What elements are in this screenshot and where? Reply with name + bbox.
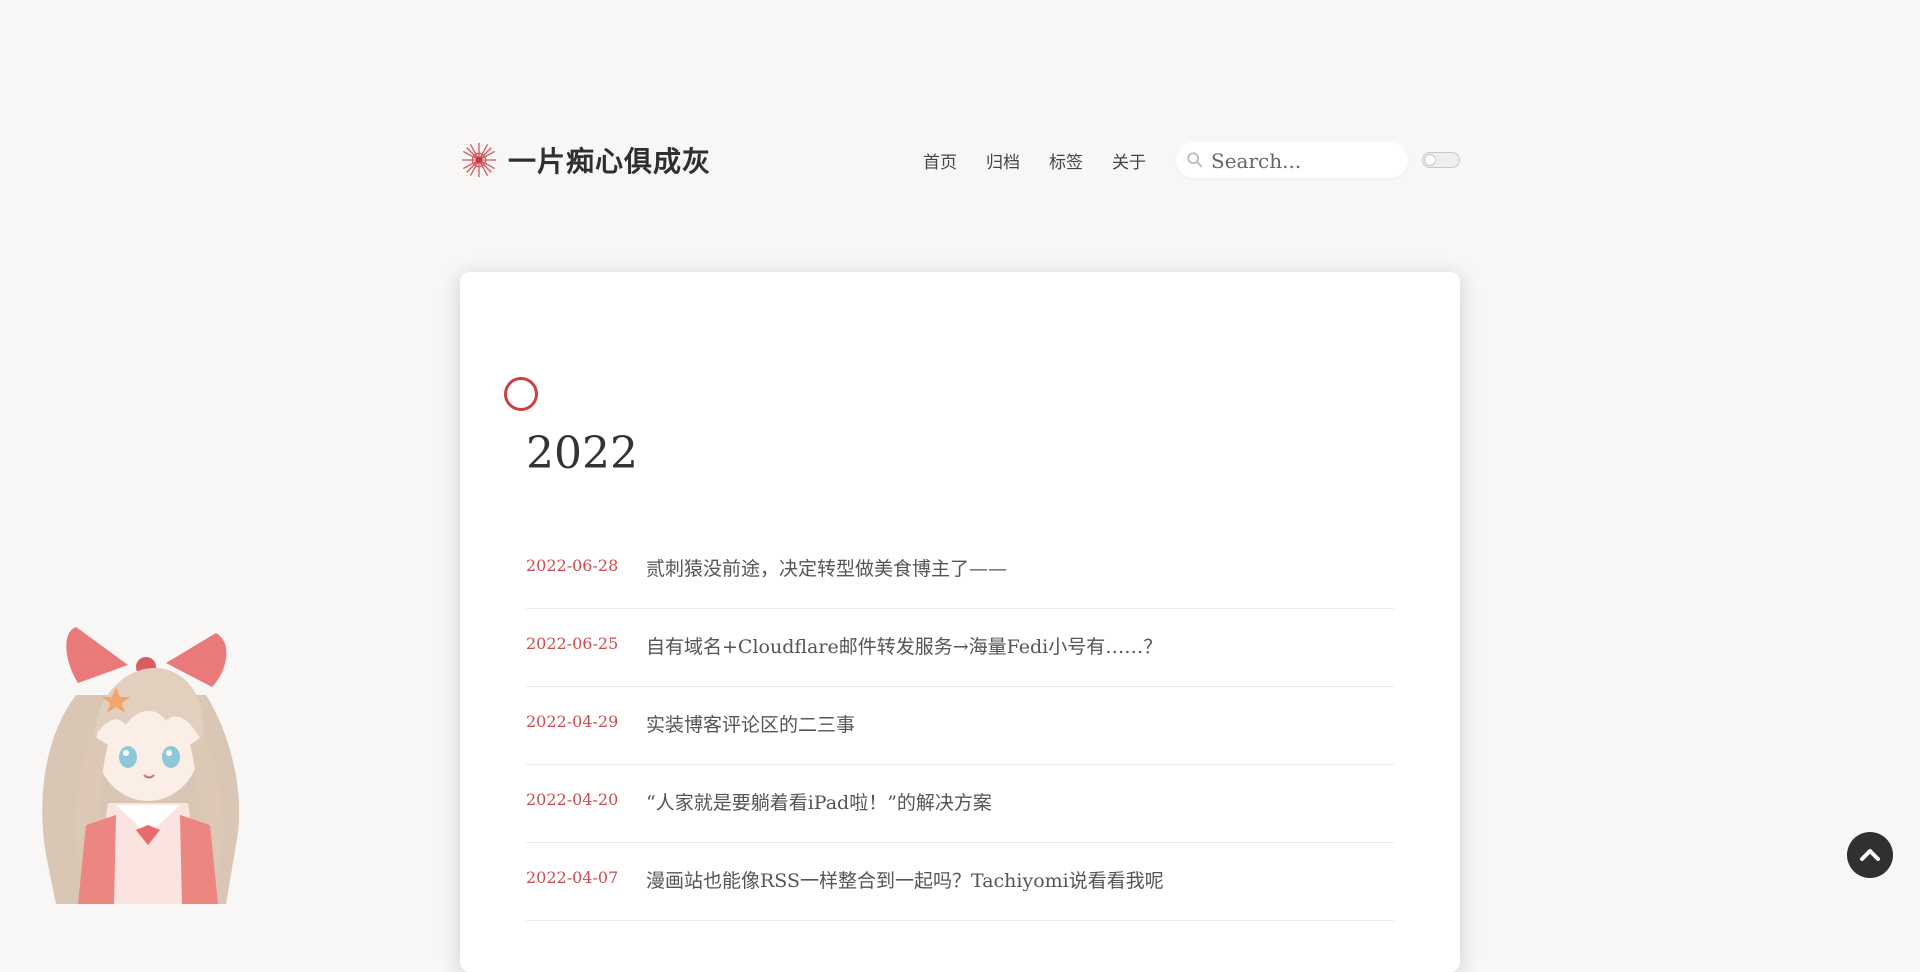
chevron-up-icon xyxy=(1860,849,1880,861)
search-box xyxy=(1176,142,1408,178)
archive-card: 2022 2022-06-28 贰刺猿没前途，决定转型做美食博主了—— 2022… xyxy=(460,272,1460,972)
nav-item-home[interactable]: 首页 xyxy=(923,148,957,173)
main-nav: 首页 归档 标签 关于 xyxy=(923,138,1175,182)
post-title-link[interactable]: 贰刺猿没前途，决定转型做美食博主了—— xyxy=(646,554,1007,581)
search-input[interactable] xyxy=(1209,144,1403,178)
nav-item-tags[interactable]: 标签 xyxy=(1049,148,1083,173)
post-date: 2022-04-07 xyxy=(526,868,619,887)
back-to-top-button[interactable] xyxy=(1847,832,1893,878)
post-item[interactable]: 2022-06-28 贰刺猿没前途，决定转型做美食博主了—— xyxy=(526,531,1394,609)
theme-toggle[interactable] xyxy=(1422,152,1460,168)
post-title-link[interactable]: “人家就是要躺着看iPad啦！”的解决方案 xyxy=(646,788,992,815)
post-date: 2022-04-29 xyxy=(526,712,619,731)
post-item[interactable]: 2022-04-07 漫画站也能像RSS一样整合到一起吗？Tachiyomi说看… xyxy=(526,843,1394,921)
sunburst-icon xyxy=(461,142,497,178)
nav-item-archive[interactable]: 归档 xyxy=(986,148,1020,173)
post-item[interactable]: 2022-04-20 “人家就是要躺着看iPad啦！”的解决方案 xyxy=(526,765,1394,843)
post-item[interactable]: 2022-04-29 实装博客评论区的二三事 xyxy=(526,687,1394,765)
post-title-link[interactable]: 自有域名+Cloudflare邮件转发服务→海量Fedi小号有……？ xyxy=(646,632,1162,659)
post-list: 2022-06-28 贰刺猿没前途，决定转型做美食博主了—— 2022-06-2… xyxy=(526,531,1394,921)
site-title[interactable]: 一片痴心俱成灰 xyxy=(508,140,711,180)
site-logo[interactable]: 一片痴心俱成灰 xyxy=(460,138,711,182)
toggle-knob xyxy=(1424,154,1436,166)
mascot-character[interactable] xyxy=(16,625,261,904)
post-date: 2022-06-25 xyxy=(526,634,619,653)
post-title-link[interactable]: 实装博客评论区的二三事 xyxy=(646,710,855,737)
post-title-link[interactable]: 漫画站也能像RSS一样整合到一起吗？Tachiyomi说看看我呢 xyxy=(646,866,1164,893)
year-heading: 2022 xyxy=(526,428,638,479)
site-header: 一片痴心俱成灰 首页 归档 标签 关于 xyxy=(460,138,1460,182)
nav-item-about[interactable]: 关于 xyxy=(1112,148,1146,173)
post-date: 2022-04-20 xyxy=(526,790,619,809)
search-icon xyxy=(1187,152,1203,168)
post-item[interactable]: 2022-06-25 自有域名+Cloudflare邮件转发服务→海量Fedi小… xyxy=(526,609,1394,687)
post-date: 2022-06-28 xyxy=(526,556,619,575)
year-marker-circle xyxy=(504,377,538,411)
